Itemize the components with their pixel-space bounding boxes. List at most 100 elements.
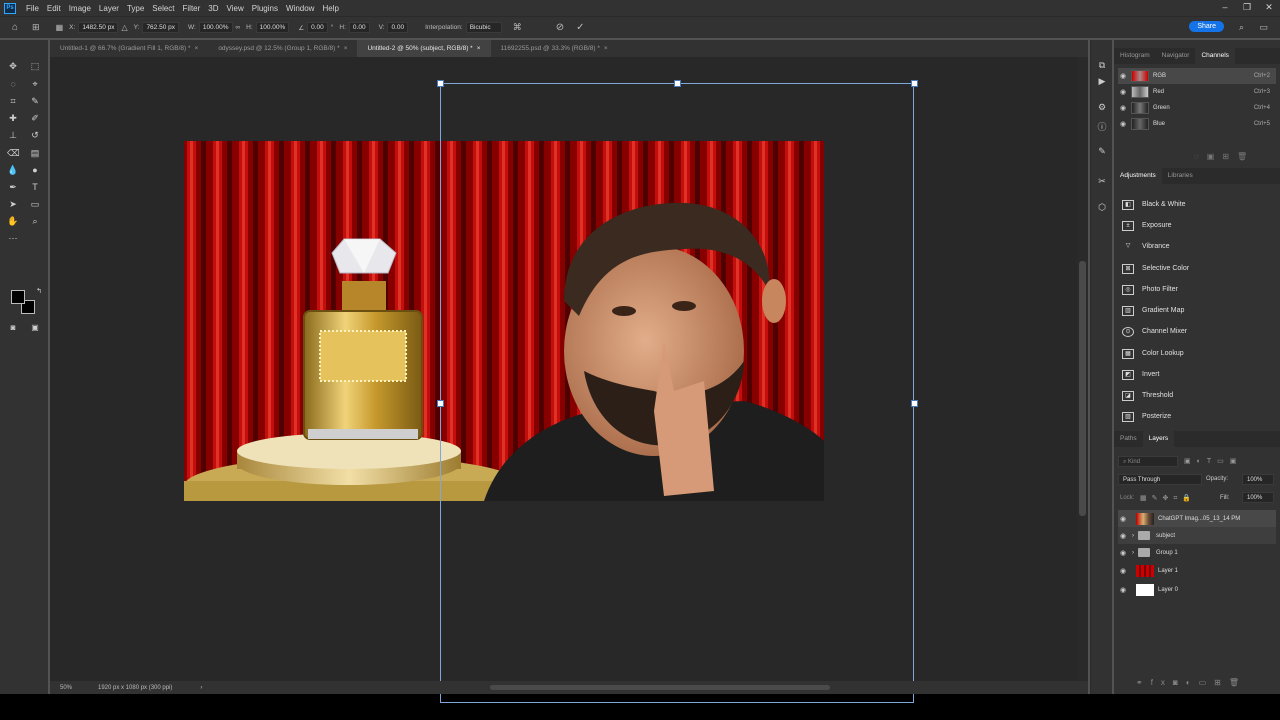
channel-row-red[interactable]: ◉ Red Ctrl+3 xyxy=(1118,84,1276,100)
eye-icon[interactable]: ◉ xyxy=(1118,586,1128,594)
menu-plugins[interactable]: Plugins xyxy=(248,4,282,13)
3d-icon[interactable]: ⬡ xyxy=(1096,202,1108,214)
history-brush-icon[interactable]: ↺ xyxy=(29,129,41,141)
share-button[interactable]: Share xyxy=(1189,21,1224,32)
tab-navigator[interactable]: Navigator xyxy=(1156,48,1196,64)
menu-type[interactable]: Type xyxy=(123,4,148,13)
eye-icon[interactable]: ◉ xyxy=(1118,120,1128,128)
crop-tool-icon[interactable]: ⌗ xyxy=(7,95,19,107)
foreground-color-swatch[interactable] xyxy=(11,290,25,304)
transform-bounding-box[interactable] xyxy=(440,83,914,703)
adjustment-posterize[interactable]: ▨ Posterize xyxy=(1122,406,1272,427)
close-tab-icon[interactable]: × xyxy=(195,45,199,52)
channel-footer-icons[interactable]: ◌▣⊞🗑 xyxy=(1194,152,1255,161)
menu-layer[interactable]: Layer xyxy=(95,4,123,13)
eye-icon[interactable]: ◉ xyxy=(1118,567,1128,575)
object-select-tool-icon[interactable]: ⌖ xyxy=(29,78,41,90)
transform-handle-top-left[interactable] xyxy=(437,80,444,87)
layer-row-layer-0[interactable]: ◉ Layer 0 xyxy=(1118,581,1276,598)
healing-tool-icon[interactable]: ✚ xyxy=(7,112,19,124)
tab-untitled-2[interactable]: Untitled-2 @ 50% (subject, RGB/8) * × xyxy=(357,40,491,57)
adjustment-photo-filter[interactable]: ◎ Photo Filter xyxy=(1122,279,1272,300)
tab-libraries[interactable]: Libraries xyxy=(1162,168,1199,184)
minimize-icon[interactable]: – xyxy=(1214,0,1236,16)
eraser-tool-icon[interactable]: ⌫ xyxy=(7,147,20,159)
reference-point-icon[interactable]: ▦ xyxy=(56,23,64,32)
layer-row-subject[interactable]: ◉ › subject xyxy=(1118,527,1276,544)
tab-untitled-1[interactable]: Untitled-1 @ 66.7% (Gradient Fill 1, RGB… xyxy=(50,40,208,57)
menu-view[interactable]: View xyxy=(223,4,248,13)
adjustment-vibrance[interactable]: ▽ Vibrance xyxy=(1122,236,1272,257)
search-icon[interactable]: ⌕ xyxy=(1239,22,1244,33)
stamp-tool-icon[interactable]: ⊥ xyxy=(7,129,19,141)
warp-icon[interactable]: ⌘ xyxy=(513,22,522,33)
channel-row-green[interactable]: ◉ Green Ctrl+4 xyxy=(1118,100,1276,116)
x-position-field[interactable]: 1482.50 px xyxy=(78,22,119,33)
adjustment-threshold[interactable]: ◪ Threshold xyxy=(1122,385,1272,406)
transform-handle-middle-right[interactable] xyxy=(911,400,918,407)
adjustment-gradient-map[interactable]: ▥ Gradient Map xyxy=(1122,300,1272,321)
menu-filter[interactable]: Filter xyxy=(179,4,205,13)
lasso-tool-icon[interactable]: ◌ xyxy=(7,78,19,90)
zoom-tool-icon[interactable]: ⌕ xyxy=(29,215,41,227)
y-position-field[interactable]: 762.50 px xyxy=(142,22,179,33)
gradient-tool-icon[interactable]: ▤ xyxy=(29,147,41,159)
menu-edit[interactable]: Edit xyxy=(43,4,65,13)
commit-transform-icon[interactable]: ✓ xyxy=(576,22,584,33)
layer-footer-icons[interactable]: ⚭fx◙◐▭⊞🗑 xyxy=(1136,678,1247,687)
chevron-right-icon[interactable]: › xyxy=(1132,533,1134,539)
tab-adjustments[interactable]: Adjustments xyxy=(1114,168,1162,184)
zoom-level[interactable]: 50% xyxy=(60,685,90,691)
tab-11692255[interactable]: 11692255.psd @ 33.3% (RGB/8) * × xyxy=(491,40,618,57)
eye-icon[interactable]: ◉ xyxy=(1118,72,1128,80)
transform-handle-top-right[interactable] xyxy=(911,80,918,87)
menu-3d[interactable]: 3D xyxy=(204,4,222,13)
blend-mode-select[interactable]: Pass Through xyxy=(1118,474,1202,485)
delta-icon[interactable]: △ xyxy=(121,23,127,32)
hand-tool-icon[interactable]: ✋ xyxy=(7,215,19,227)
eye-icon[interactable]: ◉ xyxy=(1118,549,1128,557)
dodge-tool-icon[interactable]: ● xyxy=(29,164,41,176)
vertical-scrollbar[interactable] xyxy=(1077,57,1088,681)
eye-icon[interactable]: ◉ xyxy=(1118,532,1128,540)
layer-row-chatgpt-image[interactable]: ◉ ChatGPT Imag...05_13_14 PM xyxy=(1118,510,1276,527)
info-icon[interactable]: ⓘ xyxy=(1096,120,1108,132)
actions-play-icon[interactable]: ▶ xyxy=(1096,76,1108,88)
history-icon[interactable]: ⧉ xyxy=(1096,60,1108,72)
close-icon[interactable]: ✕ xyxy=(1258,0,1280,16)
transform-icon[interactable]: ⊞ xyxy=(32,22,40,33)
menu-select[interactable]: Select xyxy=(148,4,178,13)
tools-presets-icon[interactable]: ✂ xyxy=(1096,176,1108,188)
tab-paths[interactable]: Paths xyxy=(1114,431,1143,447)
close-tab-icon[interactable]: × xyxy=(477,45,481,52)
adjustment-invert[interactable]: ◩ Invert xyxy=(1122,364,1272,385)
adjustment-color-lookup[interactable]: ▦ Color Lookup xyxy=(1122,343,1272,364)
swap-colors-icon[interactable]: ↰ xyxy=(33,286,45,298)
link-icon[interactable]: ∞ xyxy=(236,24,241,31)
layer-filter-icons[interactable]: ▣◐T▭▣ xyxy=(1184,457,1242,465)
pen-tool-icon[interactable]: ✒ xyxy=(7,181,19,193)
opacity-field[interactable]: 100% xyxy=(1242,474,1274,485)
menu-help[interactable]: Help xyxy=(318,4,342,13)
fill-field[interactable]: 100% xyxy=(1242,492,1274,503)
channel-row-rgb[interactable]: ◉ RGB Ctrl+2 xyxy=(1118,68,1276,84)
transform-handle-top-center[interactable] xyxy=(674,80,681,87)
eye-icon[interactable]: ◉ xyxy=(1118,88,1128,96)
close-tab-icon[interactable]: × xyxy=(344,45,348,52)
document-info[interactable]: 1920 px x 1080 px (300 ppi) xyxy=(98,685,172,691)
layer-kind-filter[interactable]: ⌕ Kind xyxy=(1118,456,1178,467)
restore-icon[interactable]: ❐ xyxy=(1236,0,1258,16)
channel-row-blue[interactable]: ◉ Blue Ctrl+5 xyxy=(1118,116,1276,132)
adjustment-black-white[interactable]: ◧ Black & White xyxy=(1122,194,1272,215)
vskew-field[interactable]: 0.00 xyxy=(387,22,409,33)
interpolation-select[interactable]: Bicubic xyxy=(465,22,502,33)
eye-icon[interactable]: ◉ xyxy=(1118,104,1128,112)
home-icon[interactable]: ⌂ xyxy=(12,22,18,33)
workspace-icon[interactable]: ▭ xyxy=(1259,22,1268,33)
horizontal-scroll-thumb[interactable] xyxy=(490,685,830,690)
menu-file[interactable]: File xyxy=(22,4,43,13)
adjustment-channel-mixer[interactable]: ⊙ Channel Mixer xyxy=(1122,321,1272,342)
brushes-icon[interactable]: ✎ xyxy=(1096,146,1108,158)
hskew-field[interactable]: 0.00 xyxy=(348,22,370,33)
more-tools-icon[interactable]: ⋯ xyxy=(7,232,19,244)
